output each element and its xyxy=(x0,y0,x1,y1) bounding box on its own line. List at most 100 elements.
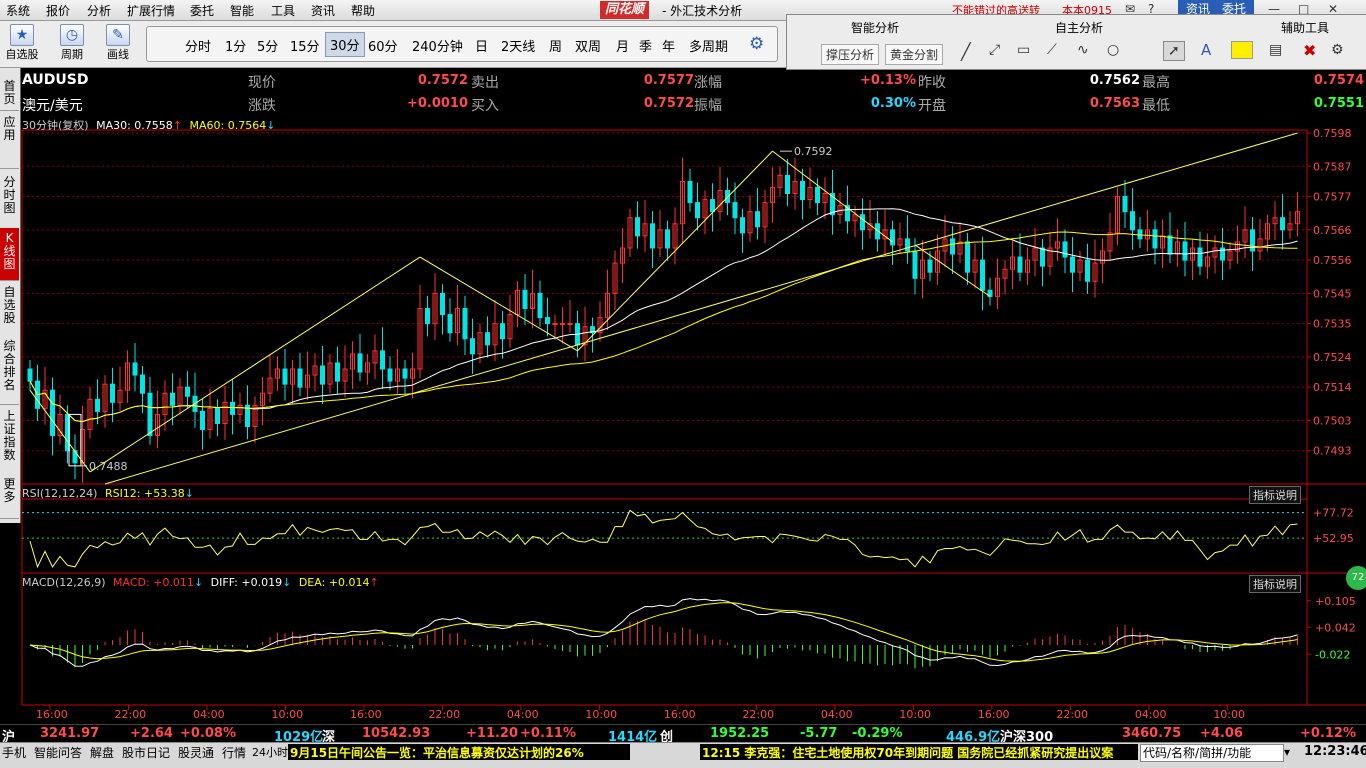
candle-body xyxy=(1137,229,1143,240)
rsi-indicator-help-button[interactable]: 指标说明 xyxy=(1249,486,1301,504)
candle-body xyxy=(1017,256,1023,273)
candle-body xyxy=(665,229,670,249)
candle-body xyxy=(500,323,505,340)
time-tick-label: 10:00 xyxy=(899,708,931,721)
arrow-up-icon: ↑ xyxy=(172,119,183,132)
candle-body xyxy=(912,250,918,279)
candle-body xyxy=(387,368,393,382)
candle-body xyxy=(687,180,693,204)
candle-body xyxy=(140,374,145,394)
candle-body xyxy=(402,368,408,379)
candle-body xyxy=(215,407,220,424)
legend-ma30: MA30: 0.7558 xyxy=(96,119,173,132)
candle-body xyxy=(560,323,565,326)
candle-body xyxy=(485,332,490,346)
macd-diff-line xyxy=(29,598,1298,667)
candle-body xyxy=(147,392,153,437)
legend-period: 30分钟(复权) xyxy=(22,119,89,132)
price-tick-label: 0.7514 xyxy=(1313,381,1352,394)
task-stock-spirit[interactable]: 股灵通 xyxy=(178,744,214,761)
candle-body xyxy=(1070,256,1075,273)
candle-body xyxy=(462,308,468,340)
hs300-change: +4.06 xyxy=(1200,726,1243,741)
bottom-taskbar: 手机 智能问答 解盘 股市日记 股灵通 行情 24小时滚动 9月15日午间公告一… xyxy=(0,742,1366,768)
candle-body xyxy=(282,368,288,385)
macd-tick-label: +0.105 xyxy=(1315,595,1356,608)
candle-body xyxy=(1197,247,1203,267)
task-mobile[interactable]: 手机 xyxy=(2,744,26,761)
time-tick-label: 16:00 xyxy=(664,708,696,721)
macd-tick-label: -0.022 xyxy=(1315,648,1350,661)
news-ticker-1[interactable]: 9月15日午间公告一览：平治信息募资仅达计划的26% xyxy=(288,744,630,760)
sh-change: +2.64 xyxy=(130,726,173,741)
price-tick-label: 0.7556 xyxy=(1313,254,1352,267)
time-tick-label: 04:00 xyxy=(193,708,225,721)
cy-value: 1952.25 xyxy=(710,726,770,741)
candle-body xyxy=(50,389,55,437)
macd-legend: MACD(12,26,9) MACD: +0.011↓ DIFF: +0.019… xyxy=(22,576,379,589)
candle-body xyxy=(357,353,363,373)
price-tick-label: 0.7524 xyxy=(1313,351,1352,364)
kline-chart[interactable]: 0.7598 0.7587 0.7577 0.7566 0.7556 0.7545 0.75… xyxy=(0,0,1366,767)
time-tick-label: 22:00 xyxy=(428,708,460,721)
index-bar: 沪 3241.97 +2.64 +0.08% 1029亿 深 10542.93 … xyxy=(0,724,1366,745)
clock: 12:23:46 xyxy=(1304,744,1366,759)
legend-ma60: MA60: 0.7564 xyxy=(189,119,267,132)
candle-body xyxy=(110,383,115,403)
candle-body xyxy=(890,229,895,246)
price-tick-label: 0.7503 xyxy=(1313,414,1352,427)
high-annotation: 0.7592 xyxy=(794,145,833,158)
time-tick-label: 22:00 xyxy=(1056,708,1088,721)
time-tick-label: 04:00 xyxy=(821,708,853,721)
candle-body xyxy=(1167,235,1173,255)
news-ticker-2[interactable]: 12:15 李克强：住宅土地使用权70年到期问题 国务院已经抓紧研究提出议案 xyxy=(700,744,1138,760)
arrow-up-icon: ↑ xyxy=(369,576,379,589)
candle-body xyxy=(965,241,970,273)
candle-body xyxy=(860,214,865,231)
arrow-down-icon: ↓ xyxy=(193,576,204,589)
trendline xyxy=(104,132,1298,485)
candle-body xyxy=(1040,247,1045,267)
candle-body xyxy=(200,410,205,431)
rsi-tick-label: +52.95 xyxy=(1313,532,1354,545)
price-tick-label: 0.7566 xyxy=(1313,224,1352,237)
ma30-line xyxy=(29,208,1298,423)
candle-body xyxy=(785,174,790,195)
candle-body xyxy=(815,186,820,204)
macd-indicator-help-button[interactable]: 指标说明 xyxy=(1249,575,1301,593)
time-tick-label: 10:00 xyxy=(585,708,617,721)
task-diary[interactable]: 股市日记 xyxy=(122,744,170,761)
dea-value: DEA: +0.014 xyxy=(298,576,370,589)
price-tick-label: 0.7545 xyxy=(1313,287,1352,300)
candle-body xyxy=(440,292,445,316)
candle-body xyxy=(447,314,453,334)
task-analysis[interactable]: 解盘 xyxy=(90,744,114,761)
candle-body xyxy=(905,238,910,252)
time-tick-label: 22:00 xyxy=(114,708,146,721)
task-qa[interactable]: 智能问答 xyxy=(34,744,82,761)
candle-body xyxy=(1152,229,1158,249)
low-annotation: 0.7488 xyxy=(89,460,128,473)
candle-body xyxy=(27,368,33,382)
candle-body xyxy=(710,199,715,213)
sh-percent: +0.08% xyxy=(180,726,236,741)
arrow-down-icon: ↓ xyxy=(282,576,292,589)
task-market[interactable]: 行情 xyxy=(222,744,246,761)
sz-value: 10542.93 xyxy=(362,726,431,741)
cy-percent: -0.29% xyxy=(852,726,903,741)
float-badge[interactable]: 72 xyxy=(1346,566,1366,590)
candle-body xyxy=(552,323,558,326)
candle-body xyxy=(1130,211,1135,231)
candle-body xyxy=(545,317,550,325)
rsi-title: RSI(12,12,24) xyxy=(22,487,98,500)
chevron-down-icon[interactable]: ▾ xyxy=(1284,745,1290,759)
candle-body xyxy=(1182,241,1188,261)
price-tick-label: 0.7587 xyxy=(1313,160,1352,173)
code-search-input[interactable]: 代码/名称/简拼/功能 xyxy=(1140,744,1284,762)
candle-body xyxy=(695,202,700,219)
price-tick-label: 0.7493 xyxy=(1313,445,1352,458)
candle-body xyxy=(1062,241,1068,258)
candle-body xyxy=(132,362,138,376)
macd-value: MACD: +0.011 xyxy=(113,576,194,589)
main-legend: 30分钟(复权) MA30: 0.7558↑ MA60: 0.7564↓ xyxy=(22,117,275,133)
